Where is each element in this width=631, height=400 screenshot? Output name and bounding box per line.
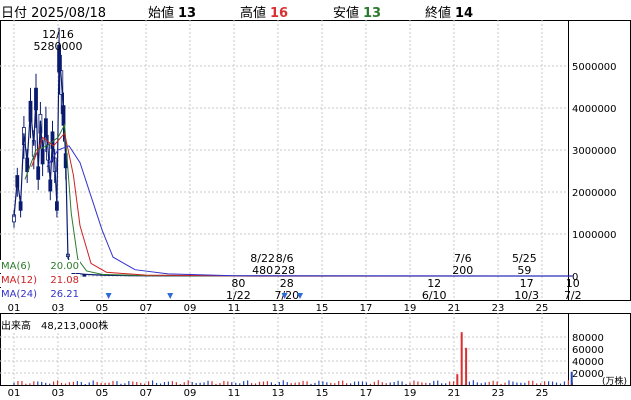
volume-x-tick-label: 19 [404,388,417,399]
y-tick-label: 5000000 [572,62,617,73]
volume-x-tick-label: 13 [272,388,285,399]
volume-x-tick-label: 21 [448,388,461,399]
x-tick-label: 13 [272,303,285,314]
price-line [13,54,573,277]
volume-x-tick-label: 17 [360,388,373,399]
volume-x-tick-label: 07 [140,388,153,399]
annotation-value: 5280000 [34,40,83,53]
volume-x-tick-label: 25 [536,388,549,399]
volume-x-tick-label: 11 [228,388,241,399]
volume-x-tick-label: 05 [96,388,109,399]
volume-x-tick-label: 15 [316,388,329,399]
volume-tick-label: 20000 [572,369,604,380]
annotation-date: 1/22 [226,289,251,302]
annotation-date: 7/20 [274,289,299,302]
x-tick-label: 15 [316,303,329,314]
volume-x-tick-label: 09 [184,388,197,399]
x-tick-label: 07 [140,303,153,314]
annotation-value: 200 [452,264,473,277]
y-tick-label: 3000000 [572,146,617,157]
volume-x-tick-label: 03 [52,388,65,399]
open-price: 始値 13 [148,6,197,21]
volume-x-tick-label: 23 [492,388,505,399]
ma24-legend: MA(24) 26.21 [0,288,80,301]
x-tick-label: 21 [448,303,461,314]
annotation-date: 6/10 [422,289,447,302]
x-tick-label: 01 [8,303,21,314]
volume-tick-label: 60000 [572,345,604,356]
event-marker [167,293,174,299]
x-tick-label: 25 [536,303,549,314]
annotation-value: 480 [252,264,273,277]
volume-tick-label: 80000 [572,333,604,344]
low-price: 安値 13 [333,6,382,21]
x-tick-label: 09 [184,303,197,314]
volume-x-tick-label: 01 [8,388,21,399]
volume-label: 出来高 48,213,000株 [1,317,109,332]
date-label: 日付 2025/08/18 [1,6,107,21]
x-tick-label: 23 [492,303,505,314]
annotation-value: 59 [517,264,531,277]
annotation-value: 228 [274,264,295,277]
volume-unit-label: (万株) [602,375,627,387]
y-tick-label: 1000000 [572,230,617,241]
x-tick-label: 17 [360,303,373,314]
ma-line-2 [31,132,573,277]
volume-tick-label: 40000 [572,357,604,368]
annotation-date: 7/2 [564,289,582,302]
event-marker [105,293,112,299]
y-tick-label: 4000000 [572,104,617,115]
x-tick-label: 11 [228,303,241,314]
high-price: 高値 16 [240,6,289,21]
x-tick-label: 05 [96,303,109,314]
close-price: 終値 14 [425,6,474,21]
ma6-legend: MA(6) 20.00 [0,260,80,273]
annotation-date: 10/3 [514,289,539,302]
ma-line-3 [46,145,573,277]
ma-line-1 [24,123,573,277]
chart-canvas: 01 01 03 03 05 05 07 07 09 09 11 11 13 13 15 15 17 17 19 19… [0,20,631,399]
x-tick-label: 03 [52,303,65,314]
y-tick-label: 2000000 [572,188,617,199]
x-tick-label: 19 [404,303,417,314]
ma12-legend: MA(12) 21.08 [0,274,80,287]
